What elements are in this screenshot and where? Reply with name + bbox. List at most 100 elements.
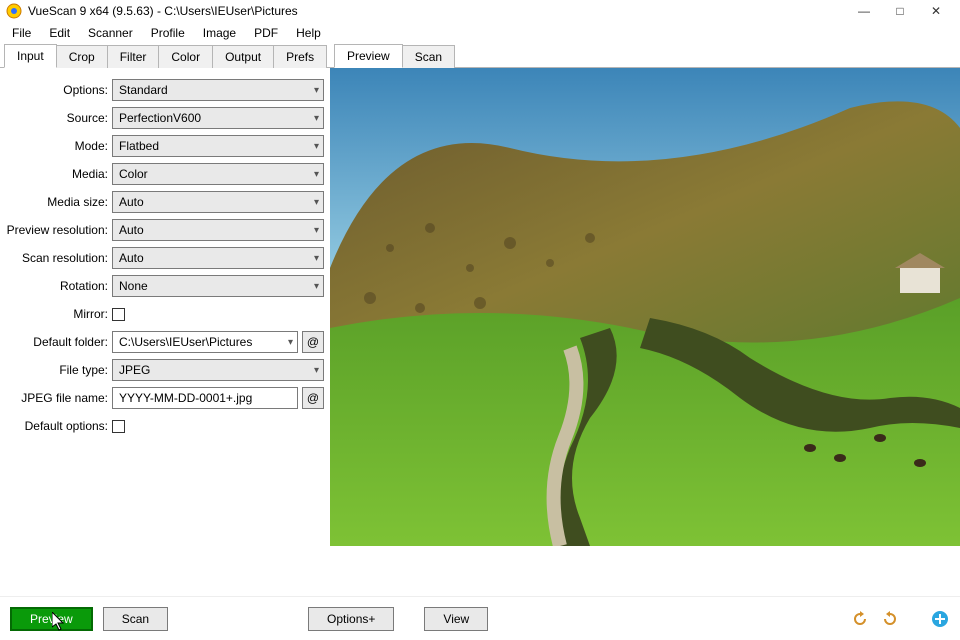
tab-filter[interactable]: Filter (107, 45, 160, 68)
options-value: Standard (119, 83, 168, 97)
preview-image (330, 68, 960, 546)
menu-help[interactable]: Help (288, 24, 329, 42)
app-icon (6, 3, 22, 19)
input-form: Options: Standard ▾ Source: PerfectionV60… (0, 68, 330, 596)
media-label: Media: (6, 167, 112, 181)
file-type-combo[interactable]: JPEG ▾ (112, 359, 324, 381)
row-media: Media: Color ▾ (6, 160, 324, 188)
source-combo[interactable]: PerfectionV600 ▾ (112, 107, 324, 129)
rotation-value: None (119, 279, 148, 293)
media-value: Color (119, 167, 148, 181)
row-scan-res: Scan resolution: Auto ▾ (6, 244, 324, 272)
row-preview-res: Preview resolution: Auto ▾ (6, 216, 324, 244)
menu-profile[interactable]: Profile (143, 24, 193, 42)
scan-res-value: Auto (119, 251, 144, 265)
close-button[interactable]: ✕ (918, 4, 954, 18)
default-folder-browse-button[interactable]: @ (302, 331, 324, 353)
row-mode: Mode: Flatbed ▾ (6, 132, 324, 160)
footer: Preview Scan Options+ View (0, 596, 960, 640)
mode-label: Mode: (6, 139, 112, 153)
chevron-down-icon: ▾ (314, 281, 319, 292)
menu-pdf[interactable]: PDF (246, 24, 286, 42)
menubar: File Edit Scanner Profile Image PDF Help (0, 22, 960, 44)
window-title: VueScan 9 x64 (9.5.63) - C:\Users\IEUser… (28, 4, 846, 18)
menu-image[interactable]: Image (195, 24, 244, 42)
row-rotation: Rotation: None ▾ (6, 272, 324, 300)
rotation-label: Rotation: (6, 279, 112, 293)
scan-button[interactable]: Scan (103, 607, 168, 631)
row-default-folder: Default folder: C:\Users\IEUser\Pictures… (6, 328, 324, 356)
preview-button[interactable]: Preview (10, 607, 93, 631)
source-value: PerfectionV600 (119, 111, 201, 125)
row-source: Source: PerfectionV600 ▾ (6, 104, 324, 132)
mirror-checkbox[interactable] (112, 308, 125, 321)
mirror-label: Mirror: (6, 307, 112, 321)
menu-scanner[interactable]: Scanner (80, 24, 141, 42)
default-options-checkbox[interactable] (112, 420, 125, 433)
preview-res-combo[interactable]: Auto ▾ (112, 219, 324, 241)
preview-area (330, 68, 960, 596)
rotate-right-icon[interactable] (880, 609, 900, 629)
row-options: Options: Standard ▾ (6, 76, 324, 104)
tab-preview[interactable]: Preview (334, 44, 403, 68)
tab-prefs[interactable]: Prefs (273, 45, 327, 68)
right-panel: Preview Scan (330, 44, 960, 596)
preview-res-label: Preview resolution: (6, 223, 112, 237)
content: Input Crop Filter Color Output Prefs Opt… (0, 44, 960, 596)
tab-scan[interactable]: Scan (402, 45, 455, 68)
options-label: Options: (6, 83, 112, 97)
left-tabs: Input Crop Filter Color Output Prefs (0, 44, 330, 68)
media-size-combo[interactable]: Auto ▾ (112, 191, 324, 213)
row-file-type: File type: JPEG ▾ (6, 356, 324, 384)
chevron-down-icon: ▾ (288, 337, 293, 348)
scan-res-label: Scan resolution: (6, 251, 112, 265)
options-combo[interactable]: Standard ▾ (112, 79, 324, 101)
default-folder-combo[interactable]: C:\Users\IEUser\Pictures ▾ (112, 331, 298, 353)
menu-edit[interactable]: Edit (41, 24, 78, 42)
jpeg-name-label: JPEG file name: (6, 391, 112, 405)
chevron-down-icon: ▾ (314, 365, 319, 376)
source-label: Source: (6, 111, 112, 125)
row-jpeg-name: JPEG file name: YYYY-MM-DD-0001+.jpg @ (6, 384, 324, 412)
view-button[interactable]: View (424, 607, 488, 631)
maximize-button[interactable]: □ (882, 4, 918, 18)
row-default-options: Default options: (6, 412, 324, 440)
chevron-down-icon: ▾ (314, 113, 319, 124)
chevron-down-icon: ▾ (314, 141, 319, 152)
minimize-button[interactable]: — (846, 4, 882, 18)
preview-res-value: Auto (119, 223, 144, 237)
row-mirror: Mirror: (6, 300, 324, 328)
default-folder-value: C:\Users\IEUser\Pictures (119, 335, 252, 349)
file-type-value: JPEG (119, 363, 150, 377)
tab-color[interactable]: Color (158, 45, 213, 68)
jpeg-name-input[interactable]: YYYY-MM-DD-0001+.jpg (112, 387, 298, 409)
media-size-value: Auto (119, 195, 144, 209)
chevron-down-icon: ▾ (314, 85, 319, 96)
chevron-down-icon: ▾ (314, 169, 319, 180)
right-tabs: Preview Scan (330, 44, 960, 68)
row-media-size: Media size: Auto ▾ (6, 188, 324, 216)
tab-input[interactable]: Input (4, 44, 57, 68)
mode-value: Flatbed (119, 139, 159, 153)
rotate-left-icon[interactable] (850, 609, 870, 629)
titlebar: VueScan 9 x64 (9.5.63) - C:\Users\IEUser… (0, 0, 960, 22)
media-size-label: Media size: (6, 195, 112, 209)
mode-combo[interactable]: Flatbed ▾ (112, 135, 324, 157)
tab-crop[interactable]: Crop (56, 45, 108, 68)
scan-res-combo[interactable]: Auto ▾ (112, 247, 324, 269)
jpeg-name-browse-button[interactable]: @ (302, 387, 324, 409)
options-plus-button[interactable]: Options+ (308, 607, 394, 631)
chevron-down-icon: ▾ (314, 197, 319, 208)
tab-output[interactable]: Output (212, 45, 274, 68)
chevron-down-icon: ▾ (314, 225, 319, 236)
rotation-combo[interactable]: None ▾ (112, 275, 324, 297)
chevron-down-icon: ▾ (314, 253, 319, 264)
default-folder-label: Default folder: (6, 335, 112, 349)
media-combo[interactable]: Color ▾ (112, 163, 324, 185)
default-options-label: Default options: (6, 419, 112, 433)
menu-file[interactable]: File (4, 24, 39, 42)
jpeg-name-value: YYYY-MM-DD-0001+.jpg (119, 391, 252, 405)
left-panel: Input Crop Filter Color Output Prefs Opt… (0, 44, 330, 596)
add-icon[interactable] (930, 609, 950, 629)
file-type-label: File type: (6, 363, 112, 377)
